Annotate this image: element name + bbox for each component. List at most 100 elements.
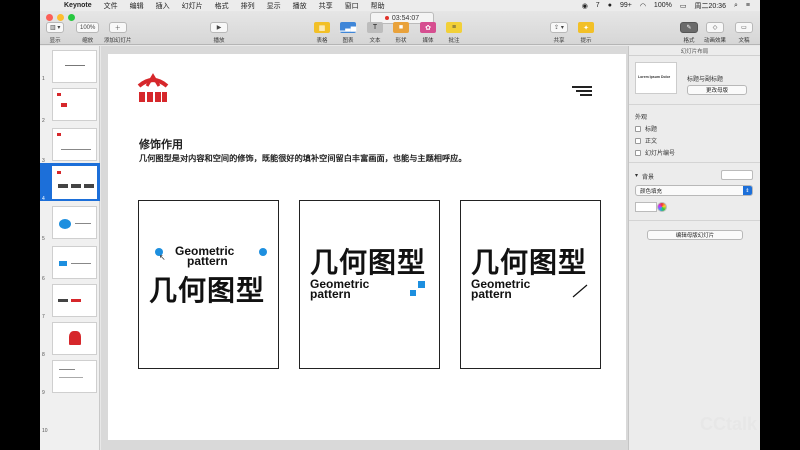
thumb-text [71, 299, 81, 302]
slide-thumbnail-8[interactable] [52, 322, 97, 355]
inspector-panel: 幻灯片布局 Lorem Ipsum Dolor 标题与副标题 更改母版 外观 标… [628, 46, 760, 450]
checkbox-icon[interactable] [635, 137, 641, 144]
menu-view[interactable]: 显示 [261, 1, 287, 11]
menu-share[interactable]: 共享 [313, 1, 339, 11]
menu-help[interactable]: 帮助 [365, 1, 391, 11]
minimize-icon[interactable] [57, 14, 64, 21]
slide-number-option-label: 幻灯片编号 [645, 151, 676, 157]
share-button[interactable]: ⇪ ▾ 共享 [550, 22, 568, 44]
animate-tab[interactable]: ◇ 动画效果 [704, 22, 726, 44]
menu-format[interactable]: 格式 [209, 1, 235, 11]
menu-arrange[interactable]: 排列 [235, 1, 261, 11]
layout-thumbnail[interactable]: Lorem Ipsum Dolor [635, 62, 677, 94]
comment-button[interactable]: ≡ 批注 [446, 22, 462, 44]
slide-thumbnail-5[interactable] [52, 206, 97, 239]
title-option[interactable]: 标题 [635, 124, 657, 133]
slide-thumbnail-6[interactable] [52, 246, 97, 279]
format-tab[interactable]: ✎ 格式 [680, 22, 698, 44]
clock[interactable]: 周二20:36 [690, 1, 730, 11]
chart-button[interactable]: ▁▃▅ 图表 [340, 22, 356, 44]
weibo-icon[interactable]: ◉ [578, 2, 592, 10]
search-icon[interactable]: ⌕ [730, 2, 742, 10]
menu-play[interactable]: 播放 [287, 1, 313, 11]
thumb-circle [59, 219, 71, 229]
menu-insert[interactable]: 插入 [150, 1, 176, 11]
slide-number: 10 [42, 428, 48, 434]
zoom-button[interactable]: 100% 缩放 [76, 22, 100, 44]
media-label: 媒体 [422, 38, 434, 44]
shape-icon: ■ [393, 22, 409, 33]
share-label: 共享 [553, 38, 565, 44]
appearance-heading: 外观 [635, 115, 648, 121]
slide-thumbnail-4[interactable] [52, 166, 97, 199]
slide-thumbnail-7[interactable] [52, 284, 97, 317]
slide[interactable]: 修饰作用 几何图型是对内容和空间的修饰，既能很好的填补空间留白丰富画面，也能与主… [108, 54, 626, 440]
background-heading[interactable]: ▾ 背景 [635, 172, 654, 181]
wifi-icon[interactable]: ◠ [636, 2, 650, 10]
shape-button[interactable]: ■ 形状 [393, 22, 409, 44]
slide-number: 3 [42, 158, 45, 164]
inspector-header: 幻灯片布局 [629, 46, 760, 56]
cursor-icon: ↖ [159, 253, 166, 262]
slide-thumbnail-1[interactable] [52, 50, 97, 83]
pattern-card-3[interactable]: 几何图型 Geometric pattern [460, 200, 601, 369]
fill-type-select[interactable]: 颜色填充 ⇕ [635, 185, 753, 196]
divider [629, 104, 760, 105]
table-button[interactable]: ▦ 表格 [314, 22, 330, 44]
menu-window[interactable]: 窗口 [339, 1, 365, 11]
color-wheel-icon[interactable] [657, 202, 667, 212]
title-option-label: 标题 [645, 127, 658, 133]
paintbrush-icon: ✎ [680, 22, 698, 33]
play-button[interactable]: ▶ 播放 [210, 22, 228, 44]
zoom-icon[interactable] [68, 14, 75, 21]
slide-number: 4 [42, 196, 45, 202]
body-option[interactable]: 正文 [635, 136, 657, 145]
slide-number-option[interactable]: 幻灯片编号 [635, 148, 675, 157]
slide-title[interactable]: 修饰作用 [139, 136, 183, 152]
menu-file[interactable]: 文件 [98, 1, 124, 11]
document-tab[interactable]: ▭ 文稿 [735, 22, 753, 44]
thumb-text [75, 223, 91, 224]
slide-thumbnail-3[interactable] [52, 128, 97, 161]
menu-lines-icon [572, 86, 592, 96]
qq-icon[interactable]: ● [604, 2, 616, 9]
menu-slide[interactable]: 幻灯片 [176, 1, 209, 11]
slide-body[interactable]: 几何图型是对内容和空间的修饰，既能很好的填补空间留白丰富画面，也能与主题相呼应。 [139, 152, 467, 164]
style-field[interactable] [721, 170, 753, 180]
en-word-2: pattern [310, 287, 351, 301]
thumb-text [65, 65, 85, 66]
change-master-button[interactable]: 更改母版 [687, 85, 747, 95]
divider [629, 162, 760, 163]
view-button[interactable]: ▥ ▾ 显示 [46, 22, 65, 44]
slide-number: 9 [42, 390, 45, 396]
record-dot-icon [384, 16, 389, 20]
menu-edit[interactable]: 编辑 [124, 1, 150, 11]
close-icon[interactable] [46, 14, 53, 21]
document-label: 文稿 [738, 38, 750, 44]
checkbox-icon[interactable] [635, 125, 641, 132]
tips-button[interactable]: ✦ 提示 [578, 22, 594, 44]
background-label: 背景 [642, 175, 655, 181]
animate-icon: ◇ [706, 22, 724, 33]
pattern-card-2[interactable]: 几何图型 Geometric pattern [299, 200, 440, 369]
thumb-card [58, 184, 68, 188]
cctalk-watermark: CCtalk [700, 414, 757, 435]
text-icon: T [367, 22, 383, 33]
edit-master-button[interactable]: 编辑母版幻灯片 [647, 230, 743, 240]
thumb-card [84, 184, 94, 188]
slide-thumbnail-2[interactable] [52, 88, 97, 121]
color-well[interactable] [635, 202, 657, 212]
battery-icon[interactable]: ▭ [676, 2, 691, 10]
play-label: 播放 [213, 38, 225, 44]
list-icon[interactable]: ≡ [742, 2, 754, 9]
checkbox-icon[interactable] [635, 149, 641, 156]
thumb-card [71, 184, 81, 188]
add-slide-button[interactable]: ＋ 添加幻灯片 [104, 22, 132, 44]
menu-keynote[interactable]: Keynote [58, 2, 98, 9]
sidebar-icon: ▥ ▾ [46, 22, 65, 33]
slide-number: 6 [42, 276, 45, 282]
slide-thumbnail-9[interactable] [52, 360, 97, 393]
text-button[interactable]: T 文本 [367, 22, 383, 44]
pattern-card-1[interactable]: Geometric pattern 几何图型 ↖ [138, 200, 279, 369]
media-button[interactable]: ✿ 媒体 [420, 22, 436, 44]
